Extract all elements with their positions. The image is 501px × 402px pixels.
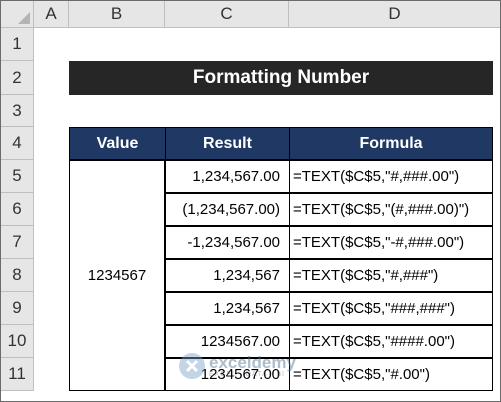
header-value[interactable]: Value [69,127,166,160]
formula-cell[interactable]: =TEXT($C$5,"#,###.00") [289,160,493,193]
row-header-2[interactable]: 2 [1,61,34,95]
result-cell[interactable]: 1234567.00 [165,358,290,391]
row-header-10[interactable]: 10 [1,325,34,358]
result-cell[interactable]: (1,234,567.00) [165,193,290,226]
row-header-8[interactable]: 8 [1,259,34,292]
formula-cell[interactable]: =TEXT($C$5,"#.00") [289,358,493,391]
select-all-corner[interactable] [1,1,34,28]
row-header-6[interactable]: 6 [1,193,34,226]
title-cell[interactable]: Formatting Number [69,61,493,95]
row-header-1[interactable]: 1 [1,28,34,61]
column-header-c[interactable]: C [165,1,289,28]
formula-cell[interactable]: =TEXT($C$5,"#,###") [289,259,493,292]
value-cell[interactable]: 1234567 [69,160,165,391]
row-header-3[interactable]: 3 [1,95,34,127]
row-header-11[interactable]: 11 [1,358,34,391]
row-header-9[interactable]: 9 [1,292,34,325]
formula-cell[interactable]: =TEXT($C$5,"-#,###.00") [289,226,493,259]
result-cell[interactable]: 1,234,567 [165,259,290,292]
result-cell[interactable]: -1,234,567.00 [165,226,290,259]
row-header-5[interactable]: 5 [1,160,34,193]
column-header-d[interactable]: D [289,1,500,28]
formula-cell[interactable]: =TEXT($C$5,"####.00") [289,325,493,358]
formula-cell[interactable]: =TEXT($C$5,"(#,###.00)") [289,193,493,226]
spreadsheet: A B C D 1 2 3 4 5 6 7 8 9 10 11 Formatti… [0,0,501,402]
result-cell[interactable]: 1,234,567.00 [165,160,290,193]
result-cell[interactable]: 1,234,567 [165,292,290,325]
row-header-7[interactable]: 7 [1,226,34,259]
header-result[interactable]: Result [165,127,290,160]
header-formula[interactable]: Formula [289,127,493,160]
formula-cell[interactable]: =TEXT($C$5,"###,###") [289,292,493,325]
row-header-4[interactable]: 4 [1,127,34,160]
column-header-b[interactable]: B [69,1,165,28]
result-cell[interactable]: 1234567.00 [165,325,290,358]
column-header-a[interactable]: A [34,1,69,28]
select-all-triangle-icon [18,12,30,24]
